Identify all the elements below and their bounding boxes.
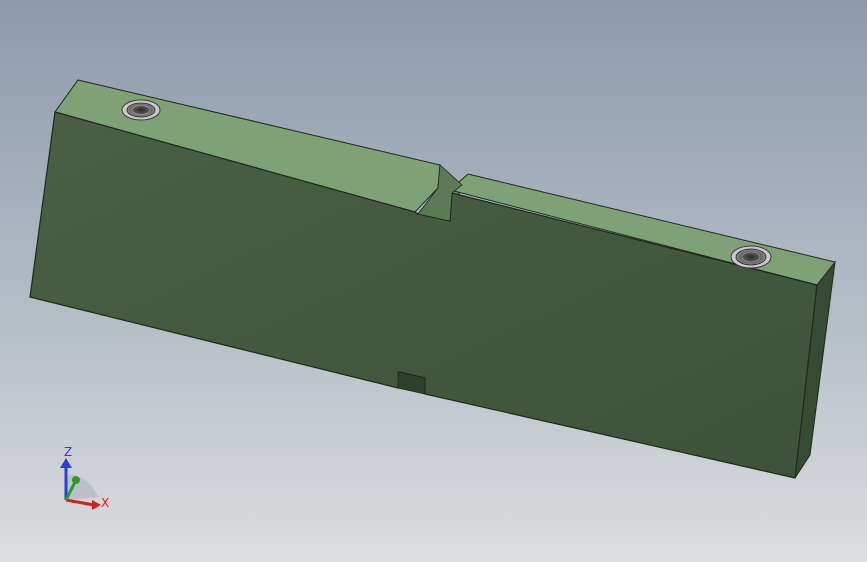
tapped-hole-right[interactable] bbox=[730, 245, 772, 269]
tapped-hole-left[interactable] bbox=[121, 99, 161, 121]
x-axis-label: X bbox=[101, 496, 109, 510]
graphics-viewport[interactable]: Z X bbox=[0, 0, 867, 562]
z-arrow-icon bbox=[60, 458, 72, 468]
z-axis-label: Z bbox=[64, 445, 72, 459]
model-scene[interactable]: Z X bbox=[0, 0, 867, 562]
triad-plane-icon bbox=[66, 474, 98, 500]
reference-triad: Z X bbox=[60, 445, 109, 510]
y-axis-end-icon bbox=[72, 476, 80, 484]
x-arrow-icon bbox=[92, 500, 101, 510]
x-axis-icon bbox=[65, 498, 95, 507]
